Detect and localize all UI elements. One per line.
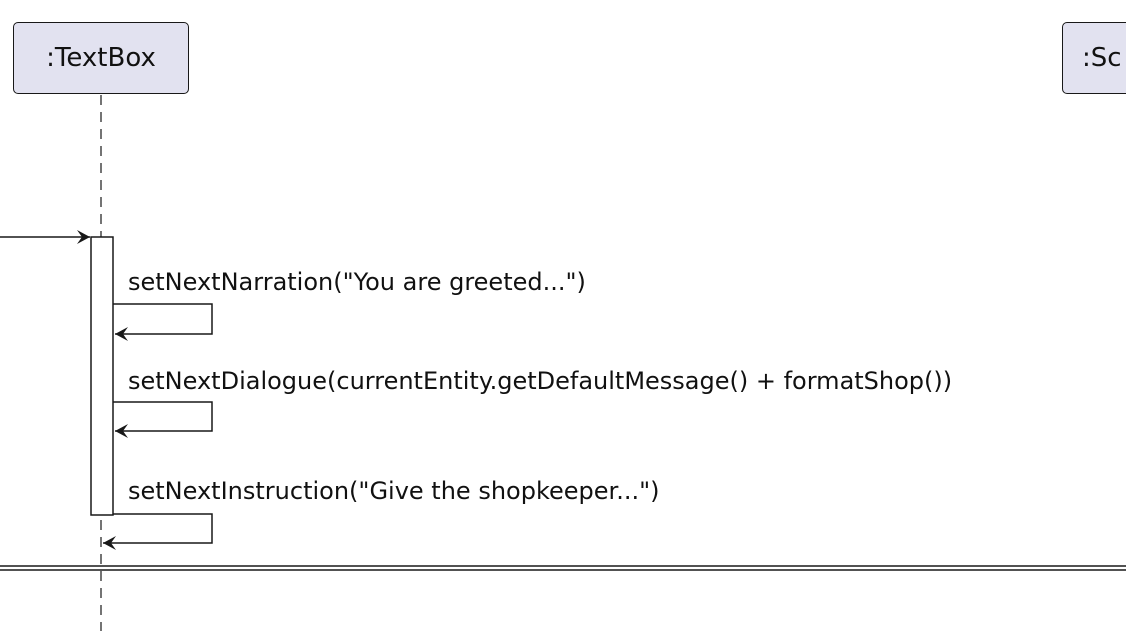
diagram-canvas — [0, 95, 1126, 631]
sequence-diagram: :TextBox :Sc setNextNarration("You are g… — [0, 0, 1126, 631]
self-message-arrow-1 — [113, 303, 213, 341]
message-label-narration: setNextNarration("You are greeted...") — [128, 268, 586, 296]
activation-bar — [90, 236, 114, 516]
participant-screen: :Sc — [1062, 22, 1126, 94]
participant-textbox: :TextBox — [13, 22, 189, 94]
message-label-instruction: setNextInstruction("Give the shopkeeper.… — [128, 477, 660, 505]
self-message-arrow-3 — [103, 513, 213, 550]
message-label-dialogue: setNextDialogue(currentEntity.getDefault… — [128, 367, 953, 395]
participant-screen-label: :Sc — [1082, 43, 1122, 73]
self-message-arrow-2 — [113, 401, 213, 438]
participant-textbox-label: :TextBox — [46, 43, 156, 73]
